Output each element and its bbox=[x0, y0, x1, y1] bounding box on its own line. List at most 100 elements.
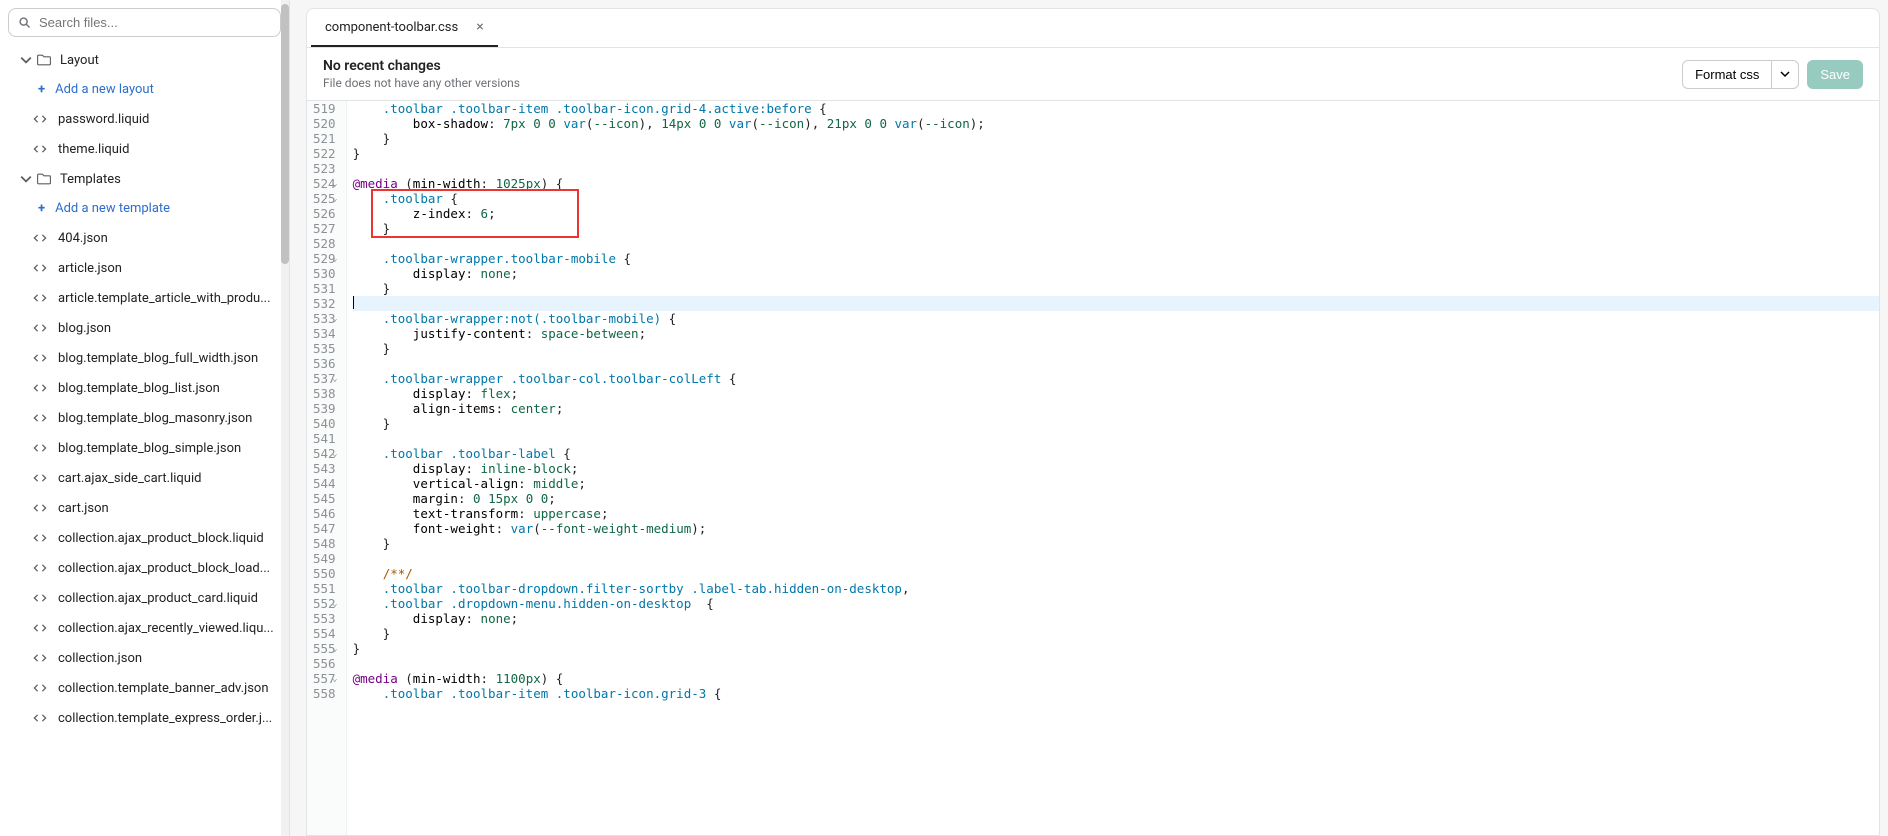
plus-icon: + bbox=[38, 82, 45, 97]
file-item[interactable]: collection.template_banner_adv.json bbox=[0, 673, 289, 703]
code-line[interactable]: .toolbar-wrapper.toolbar-mobile { bbox=[353, 251, 1879, 266]
code-line[interactable]: } bbox=[353, 221, 1879, 236]
file-item[interactable]: article.template_article_with_produ... bbox=[0, 283, 289, 313]
code-line[interactable]: } bbox=[353, 131, 1879, 146]
code-line[interactable]: .toolbar-wrapper:not(.toolbar-mobile) { bbox=[353, 311, 1879, 326]
fold-icon[interactable]: ⌄ bbox=[332, 312, 337, 327]
fold-icon[interactable]: ⌄ bbox=[332, 642, 337, 657]
code-area[interactable]: .toolbar .toolbar-item .toolbar-icon.gri… bbox=[347, 101, 1879, 835]
chevron-down-icon bbox=[20, 173, 32, 185]
code-line[interactable]: } bbox=[353, 146, 1879, 161]
code-line[interactable]: margin: 0 15px 0 0; bbox=[353, 491, 1879, 506]
file-item[interactable]: collection.json bbox=[0, 643, 289, 673]
code-line[interactable]: z-index: 6; bbox=[353, 206, 1879, 221]
file-item[interactable]: theme.liquid bbox=[0, 134, 289, 164]
code-line[interactable]: @media (min-width: 1100px) { bbox=[353, 671, 1879, 686]
file-item[interactable]: cart.json bbox=[0, 493, 289, 523]
file-item[interactable]: cart.ajax_side_cart.liquid bbox=[0, 463, 289, 493]
code-line[interactable]: display: flex; bbox=[353, 386, 1879, 401]
file-item[interactable]: blog.template_blog_list.json bbox=[0, 373, 289, 403]
save-button[interactable]: Save bbox=[1807, 60, 1863, 89]
file-item[interactable]: 404.json bbox=[0, 223, 289, 253]
code-line[interactable]: } bbox=[353, 536, 1879, 551]
code-line[interactable]: @media (min-width: 1025px) { bbox=[353, 176, 1879, 191]
code-line[interactable]: display: none; bbox=[353, 266, 1879, 281]
file-item[interactable]: collection.ajax_product_card.liquid bbox=[0, 583, 289, 613]
code-line[interactable] bbox=[353, 296, 1879, 311]
code-line[interactable]: box-shadow: 7px 0 0 var(--icon), 14px 0 … bbox=[353, 116, 1879, 131]
code-line[interactable]: .toolbar .toolbar-label { bbox=[353, 446, 1879, 461]
fold-icon[interactable]: ⌄ bbox=[332, 372, 337, 387]
file-item[interactable]: collection.ajax_recently_viewed.liqu... bbox=[0, 613, 289, 643]
code-line[interactable] bbox=[353, 656, 1879, 671]
file-item[interactable]: article.json bbox=[0, 253, 289, 283]
code-icon bbox=[32, 111, 48, 127]
code-line[interactable]: .toolbar .toolbar-dropdown.filter-sortby… bbox=[353, 581, 1879, 596]
code-icon bbox=[32, 290, 48, 306]
file-item[interactable]: blog.json bbox=[0, 313, 289, 343]
code-line[interactable]: .toolbar .toolbar-item .toolbar-icon.gri… bbox=[353, 686, 1879, 701]
add-new-templates[interactable]: +Add a new template bbox=[0, 194, 289, 223]
code-line[interactable]: } bbox=[353, 281, 1879, 296]
file-item[interactable]: collection.ajax_product_block.liquid bbox=[0, 523, 289, 553]
code-line[interactable] bbox=[353, 551, 1879, 566]
add-label: Add a new layout bbox=[55, 82, 154, 97]
editor-pane: component-toolbar.css × No recent change… bbox=[306, 8, 1880, 836]
code-line[interactable]: } bbox=[353, 641, 1879, 656]
tab-component-toolbar[interactable]: component-toolbar.css × bbox=[311, 9, 498, 47]
format-button[interactable]: Format css bbox=[1682, 60, 1771, 89]
file-item[interactable]: blog.template_blog_full_width.json bbox=[0, 343, 289, 373]
sidebar-scrollbar[interactable] bbox=[281, 0, 289, 836]
close-icon[interactable]: × bbox=[476, 19, 483, 35]
fold-icon[interactable]: ⌄ bbox=[332, 252, 337, 267]
file-item[interactable]: blog.template_blog_simple.json bbox=[0, 433, 289, 463]
fold-icon[interactable]: ⌄ bbox=[332, 597, 337, 612]
code-line[interactable]: display: none; bbox=[353, 611, 1879, 626]
add-new-layout[interactable]: + Add a new layout bbox=[0, 75, 289, 104]
plus-icon: + bbox=[38, 201, 45, 216]
file-item[interactable]: collection.template_express_order.j... bbox=[0, 703, 289, 733]
code-editor[interactable]: 519520521522523524⌄525⌄526527528529⌄5305… bbox=[307, 101, 1879, 835]
file-item[interactable]: password.liquid bbox=[0, 104, 289, 134]
file-item[interactable]: collection.ajax_product_block_load... bbox=[0, 553, 289, 583]
search-input[interactable] bbox=[8, 8, 281, 37]
file-name: collection.ajax_recently_viewed.liqu... bbox=[58, 621, 274, 636]
tree-section[interactable]: Templates bbox=[0, 164, 289, 194]
code-line[interactable]: } bbox=[353, 341, 1879, 356]
file-name: blog.template_blog_masonry.json bbox=[58, 411, 252, 426]
code-line[interactable]: } bbox=[353, 626, 1879, 641]
file-name: article.template_article_with_produ... bbox=[58, 291, 271, 306]
code-line[interactable]: vertical-align: middle; bbox=[353, 476, 1879, 491]
fold-icon[interactable]: ⌄ bbox=[332, 192, 337, 207]
code-line[interactable]: justify-content: space-between; bbox=[353, 326, 1879, 341]
fold-icon[interactable]: ⌄ bbox=[332, 672, 337, 687]
code-line[interactable]: align-items: center; bbox=[353, 401, 1879, 416]
version-title: No recent changes bbox=[323, 58, 520, 74]
code-line[interactable]: font-weight: var(--font-weight-medium); bbox=[353, 521, 1879, 536]
code-line[interactable]: .toolbar .toolbar-item .toolbar-icon.gri… bbox=[353, 101, 1879, 116]
tab-label: component-toolbar.css bbox=[325, 20, 458, 35]
code-line[interactable]: .toolbar { bbox=[353, 191, 1879, 206]
code-line[interactable] bbox=[353, 161, 1879, 176]
tree-section[interactable]: Layout bbox=[0, 45, 289, 75]
code-line[interactable]: display: inline-block; bbox=[353, 461, 1879, 476]
fold-icon[interactable]: ⌄ bbox=[332, 177, 337, 192]
code-line[interactable]: /**/ bbox=[353, 566, 1879, 581]
code-line[interactable] bbox=[353, 431, 1879, 446]
line-gutter: 519520521522523524⌄525⌄526527528529⌄5305… bbox=[307, 101, 347, 835]
code-line[interactable]: } bbox=[353, 416, 1879, 431]
code-line[interactable]: text-transform: uppercase; bbox=[353, 506, 1879, 521]
tree-section-label: Templates bbox=[60, 172, 121, 187]
code-line[interactable]: .toolbar .dropdown-menu.hidden-on-deskto… bbox=[353, 596, 1879, 611]
folder-icon bbox=[36, 52, 52, 68]
code-line[interactable]: .toolbar-wrapper .toolbar-col.toolbar-co… bbox=[353, 371, 1879, 386]
code-line[interactable] bbox=[353, 236, 1879, 251]
code-line[interactable] bbox=[353, 356, 1879, 371]
file-name: collection.template_banner_adv.json bbox=[58, 681, 269, 696]
format-dropdown[interactable] bbox=[1771, 60, 1799, 89]
fold-icon[interactable]: ⌄ bbox=[332, 447, 337, 462]
file-name: password.liquid bbox=[58, 112, 149, 127]
code-icon bbox=[32, 260, 48, 276]
file-item[interactable]: blog.template_blog_masonry.json bbox=[0, 403, 289, 433]
code-icon bbox=[32, 500, 48, 516]
